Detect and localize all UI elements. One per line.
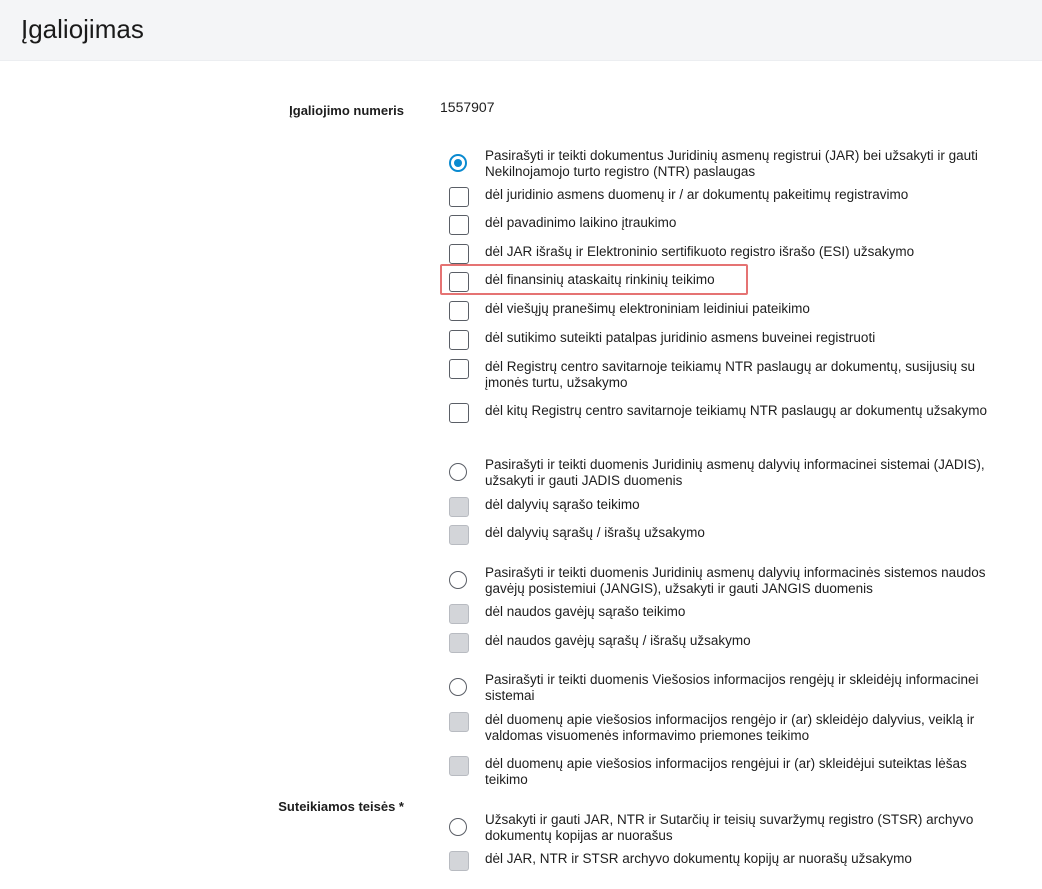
radio-button[interactable] bbox=[449, 571, 467, 589]
checkbox[interactable] bbox=[449, 756, 469, 776]
checkbox-label: dėl sutikimo suteikti patalpas juridinio… bbox=[485, 330, 876, 345]
checkbox[interactable] bbox=[449, 359, 469, 379]
radio-option-label: Užsakyti ir gauti JAR, NTR ir Sutarčių i… bbox=[485, 812, 974, 843]
checkbox-label: dėl Registrų centro savitarnoje teikiamų… bbox=[485, 359, 975, 390]
radio-option-label: Pasirašyti ir teikti dokumentus Juridini… bbox=[485, 148, 978, 179]
checkbox-label: dėl kitų Registrų centro savitarnoje tei… bbox=[485, 403, 987, 418]
checkbox-label: dėl dalyvių sąrašų / išrašų užsakymo bbox=[485, 525, 705, 540]
radio-option-label: Pasirašyti ir teikti duomenis Juridinių … bbox=[485, 565, 986, 596]
radio-button[interactable] bbox=[449, 678, 467, 696]
checkbox-label: dėl naudos gavėjų sąrašo teikimo bbox=[485, 604, 686, 619]
checkbox-label: dėl pavadinimo laikino įtraukimo bbox=[485, 215, 677, 230]
checkbox[interactable] bbox=[449, 525, 469, 545]
checkbox-label: dėl naudos gavėjų sąrašų / išrašų užsaky… bbox=[485, 633, 751, 648]
authorization-number-value: 1557907 bbox=[440, 99, 495, 115]
checkbox-label: dėl dalyvių sąrašo teikimo bbox=[485, 497, 640, 512]
checkbox-label: dėl viešųjų pranešimų elektroniniam leid… bbox=[485, 301, 810, 316]
page-title: Įgaliojimas bbox=[21, 14, 144, 44]
checkbox[interactable] bbox=[449, 330, 469, 350]
checkbox-label: dėl duomenų apie viešosios informacijos … bbox=[485, 712, 975, 743]
checkbox-label: dėl JAR išrašų ir Elektroninio sertifiku… bbox=[485, 244, 915, 259]
checkbox[interactable] bbox=[449, 244, 469, 264]
checkbox[interactable] bbox=[449, 604, 469, 624]
radio-button[interactable] bbox=[449, 818, 467, 836]
radio-option-label: Pasirašyti ir teikti duomenis Juridinių … bbox=[485, 457, 985, 488]
highlight-box bbox=[440, 264, 748, 295]
checkbox[interactable] bbox=[449, 712, 469, 732]
checkbox[interactable] bbox=[449, 633, 469, 653]
granted-rights-label: Suteikiamos teisės * bbox=[278, 799, 404, 814]
checkbox[interactable] bbox=[449, 301, 469, 321]
checkbox[interactable] bbox=[449, 187, 469, 207]
checkbox[interactable] bbox=[449, 215, 469, 235]
checkbox[interactable] bbox=[449, 851, 469, 871]
radio-option-label: Pasirašyti ir teikti duomenis Viešosios … bbox=[485, 672, 979, 703]
page-header: Įgaliojimas bbox=[0, 0, 1042, 61]
checkbox[interactable] bbox=[449, 403, 469, 423]
radio-button[interactable] bbox=[449, 463, 467, 481]
checkbox[interactable] bbox=[449, 497, 469, 517]
radio-button[interactable] bbox=[449, 154, 467, 172]
authorization-number-label: Įgaliojimo numeris bbox=[289, 103, 404, 118]
checkbox-label: dėl duomenų apie viešosios informacijos … bbox=[485, 756, 967, 787]
checkbox-label: dėl JAR, NTR ir STSR archyvo dokumentų k… bbox=[485, 851, 912, 866]
checkbox-label: dėl juridinio asmens duomenų ir / ar dok… bbox=[485, 187, 909, 202]
